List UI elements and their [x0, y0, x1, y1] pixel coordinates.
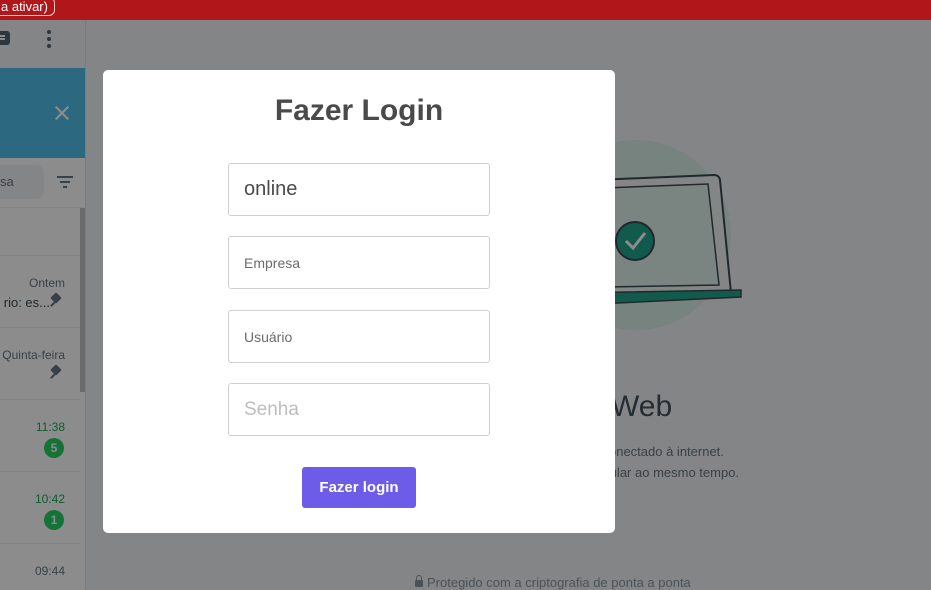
- empresa-field[interactable]: [228, 236, 490, 289]
- topbar-pill[interactable]: a ativar): [0, 0, 55, 16]
- login-modal: Fazer Login Fazer login: [103, 70, 615, 533]
- usuario-field[interactable]: [228, 310, 490, 363]
- login-title: Fazer Login: [274, 94, 444, 127]
- top-notification-bar: a ativar): [0, 0, 931, 20]
- login-button[interactable]: Fazer login: [302, 467, 416, 508]
- senha-field[interactable]: [228, 383, 490, 436]
- status-field[interactable]: [228, 163, 490, 216]
